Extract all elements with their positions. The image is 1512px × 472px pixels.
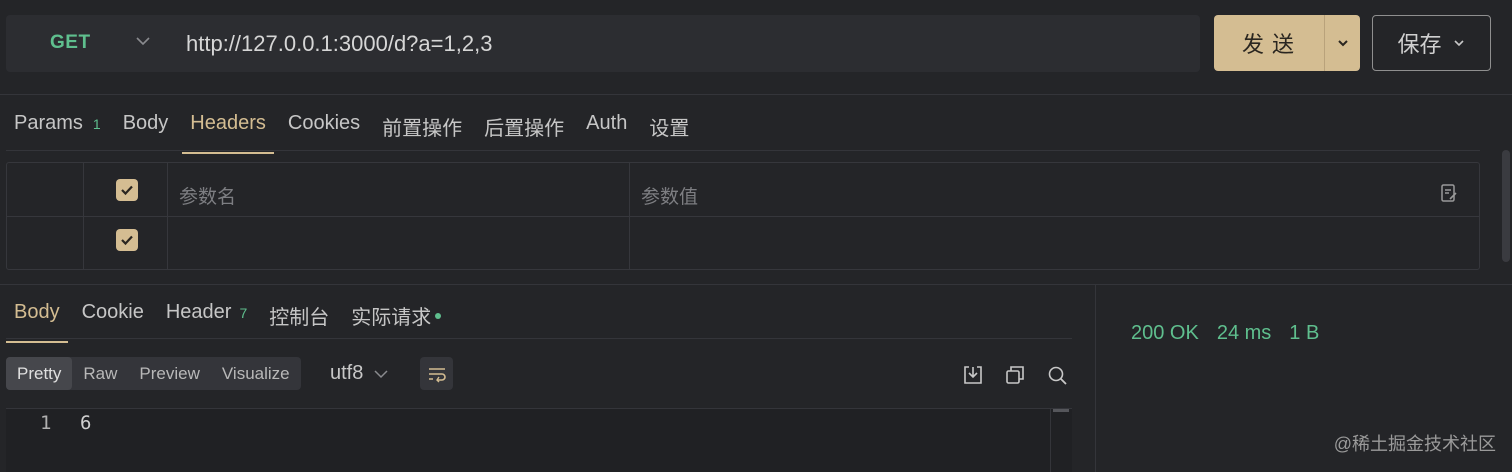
editor-scrollbar[interactable] <box>1050 408 1070 472</box>
url-input[interactable]: http://127.0.0.1:3000/d?a=1,2,3 <box>186 31 492 57</box>
chevron-down-icon <box>374 369 388 378</box>
tab-post-operations[interactable]: 后置操作 <box>484 108 564 152</box>
check-icon <box>121 185 133 196</box>
watermark: @稀土掘金技术社区 <box>1333 434 1496 454</box>
chevron-down-icon <box>1337 40 1348 47</box>
encoding-select[interactable]: utf8 <box>330 362 389 385</box>
tab-console[interactable]: 控制台 <box>269 297 329 341</box>
send-dropdown-button[interactable] <box>1325 15 1360 71</box>
send-button-group: 发送 <box>1214 15 1360 71</box>
headers-table: 参数名 参数值 <box>6 162 1480 270</box>
response-time: 24 ms <box>1216 322 1272 344</box>
indicator-dot <box>435 312 442 319</box>
tab-response-body[interactable]: Body <box>6 297 68 343</box>
params-count-badge: 1 <box>92 116 101 132</box>
save-button[interactable]: 保存 <box>1372 15 1491 71</box>
response-body-content[interactable]: 6 <box>80 412 91 434</box>
response-tabs: Body Cookie Header 7 控制台 实际请求 <box>6 297 463 343</box>
divider <box>6 338 1072 339</box>
tab-pre-operations[interactable]: 前置操作 <box>382 108 462 152</box>
chevron-down-icon[interactable] <box>134 30 152 52</box>
response-editor[interactable] <box>6 408 1072 472</box>
request-tabs: Params 1 Body Headers Cookies 前置操作 后置操作 A… <box>14 108 711 154</box>
tab-label: Params <box>14 112 83 134</box>
tab-settings[interactable]: 设置 <box>649 108 689 152</box>
check-icon <box>121 235 133 246</box>
chevron-down-icon <box>1453 40 1464 47</box>
search-icon[interactable] <box>1046 364 1068 386</box>
panel-divider[interactable] <box>1095 284 1096 472</box>
format-visualize-button[interactable]: Visualize <box>211 357 301 390</box>
download-icon[interactable] <box>962 364 984 386</box>
table-row <box>7 217 1479 271</box>
copy-icon[interactable] <box>1004 364 1026 386</box>
send-button[interactable]: 发送 <box>1214 15 1325 71</box>
tab-label: Header <box>165 301 232 323</box>
header-enabled-checkbox[interactable] <box>116 179 138 201</box>
table-row: 参数名 参数值 <box>7 163 1479 217</box>
response-size: 1 B <box>1289 322 1320 344</box>
tab-cookies[interactable]: Cookies <box>288 108 360 152</box>
tab-params[interactable]: Params 1 <box>14 108 101 152</box>
divider <box>6 150 1480 151</box>
bulk-edit-icon[interactable] <box>1439 183 1459 203</box>
format-toggle-group: Pretty Raw Preview Visualize <box>6 357 301 390</box>
word-wrap-button[interactable] <box>420 357 453 390</box>
tab-headers[interactable]: Headers <box>182 108 274 154</box>
status-code: 200 OK <box>1131 322 1199 344</box>
header-enabled-checkbox[interactable] <box>116 229 138 251</box>
tab-label: 实际请求 <box>351 307 432 329</box>
divider <box>0 284 1512 285</box>
scrollbar[interactable] <box>1502 150 1510 262</box>
encoding-value: utf8 <box>330 362 364 384</box>
save-label: 保存 <box>1397 32 1442 57</box>
tab-response-cookie[interactable]: Cookie <box>82 297 144 341</box>
method-select[interactable]: GET <box>50 32 91 54</box>
param-value-input[interactable]: 参数值 <box>641 182 698 209</box>
tab-actual-request[interactable]: 实际请求 <box>351 297 442 341</box>
response-status: 200 OK 24 ms 1 B <box>1131 322 1319 345</box>
wrap-lines-icon <box>428 367 446 382</box>
tab-response-header[interactable]: Header 7 <box>166 297 247 341</box>
format-preview-button[interactable]: Preview <box>128 357 210 390</box>
tab-auth[interactable]: Auth <box>586 108 627 152</box>
param-name-input[interactable]: 参数名 <box>179 182 236 209</box>
format-raw-button[interactable]: Raw <box>72 357 128 390</box>
tab-body[interactable]: Body <box>123 108 169 152</box>
divider <box>0 94 1512 95</box>
format-pretty-button[interactable]: Pretty <box>6 357 73 390</box>
line-number: 1 <box>40 412 52 434</box>
header-count-badge: 7 <box>239 305 248 321</box>
